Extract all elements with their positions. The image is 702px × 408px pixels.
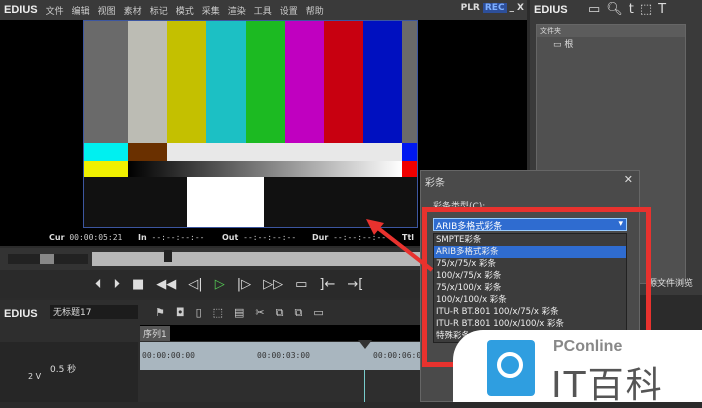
minimize-button[interactable]: _ — [510, 3, 515, 13]
watermark-name: IT百科 — [551, 365, 664, 406]
folder-title: 文件夹 — [537, 25, 685, 37]
window-controls: PLR REC _ X — [461, 3, 524, 13]
menu-view[interactable]: 视图 — [98, 4, 116, 17]
menu-bar: EDIUS 文件 编辑 视图 素材 标记 模式 采集 渲染 工具 设置 帮助 P… — [0, 0, 527, 20]
ruler-time: 00:00:06:00 — [373, 351, 426, 360]
watermark: PConline IT百科 — [453, 330, 702, 406]
fast-forward-button[interactable]: ▷▷ — [263, 277, 283, 292]
out-timecode: --:--:--:-- — [243, 233, 297, 242]
menu-clip[interactable]: 素材 — [124, 4, 142, 17]
magnifier-logo-icon — [487, 340, 535, 396]
zoom-step[interactable]: 0.5 秒 — [50, 362, 76, 375]
menu-tools[interactable]: 工具 — [254, 4, 272, 17]
timeline-logo: EDIUS — [4, 308, 38, 320]
prev-frame-button[interactable]: ◁| — [188, 277, 202, 292]
timeline-panel: EDIUS 无标题17 ⚑◘▯⬚▤✂⧉⧉▭ 序列1 0.5 秒 2 V 00:0… — [0, 300, 452, 402]
menu-file[interactable]: 文件 — [46, 4, 64, 17]
in-timecode: --:--:--:-- — [151, 233, 205, 242]
folder-icon: ▭ — [553, 40, 562, 50]
menu-help[interactable]: 帮助 — [306, 4, 324, 17]
go-in-button[interactable]: ]← — [319, 277, 335, 292]
dur-label: Dur — [312, 233, 329, 242]
app-logo: EDIUS — [4, 4, 38, 16]
loop-button[interactable]: ▭ — [295, 277, 307, 292]
out-label: Out — [222, 233, 239, 242]
source-browser-tab[interactable]: 源文件浏览 — [648, 276, 693, 289]
bin-logo: EDIUS — [534, 4, 568, 16]
dialog-close-button[interactable]: ✕ — [624, 173, 633, 186]
playhead-marker[interactable] — [358, 340, 372, 349]
menu-edit[interactable]: 编辑 — [72, 4, 90, 17]
cur-label: Cur — [49, 233, 65, 242]
project-name[interactable]: 无标题17 — [50, 305, 138, 319]
menu-marker[interactable]: 标记 — [150, 4, 168, 17]
in-label: In — [138, 233, 147, 242]
menu-capture[interactable]: 采集 — [202, 4, 220, 17]
dialog-title: 彩条 — [425, 178, 445, 189]
stop-button[interactable]: ■ — [132, 277, 144, 292]
ruler-time: 00:00:03:00 — [257, 351, 310, 360]
time-ruler[interactable]: 00:00:00:00 00:00:03:00 00:00:06:00 — [140, 340, 452, 370]
bin-toolbar-icons[interactable]: ▭🔍︎t⬚T — [588, 2, 672, 17]
plr-button[interactable]: PLR — [461, 3, 480, 13]
menu-mode[interactable]: 模式 — [176, 4, 194, 17]
rewind-button[interactable]: ◀◀ — [156, 277, 176, 292]
go-out-button[interactable]: →[ — [347, 277, 363, 292]
cur-timecode: 00:00:05:21 — [69, 233, 123, 242]
color-bars-pattern — [83, 20, 418, 228]
timeline-toolbar[interactable]: ⚑◘▯⬚▤✂⧉⧉▭ — [155, 306, 335, 320]
set-out-button[interactable]: ⏵ — [114, 277, 121, 292]
set-in-button[interactable]: ⏴ — [95, 277, 102, 292]
root-folder[interactable]: ▭ 根 — [537, 37, 685, 50]
watermark-brand: PConline — [553, 338, 623, 355]
annotation-arrow — [366, 219, 434, 272]
close-button[interactable]: X — [517, 3, 524, 13]
shuttle-slider[interactable] — [8, 254, 88, 264]
track-label: 2 V — [28, 372, 42, 381]
menu-settings[interactable]: 设置 — [280, 4, 298, 17]
track-header: 0.5 秒 2 V — [0, 342, 138, 402]
playhead-line — [364, 370, 365, 402]
next-frame-button[interactable]: |▷ — [237, 277, 251, 292]
rec-button[interactable]: REC — [482, 3, 507, 13]
menu-render[interactable]: 渲染 — [228, 4, 246, 17]
ruler-time: 00:00:00:00 — [142, 351, 195, 360]
tab-sequence-1[interactable]: 序列1 — [140, 326, 170, 341]
play-button[interactable]: ▷ — [215, 277, 225, 292]
